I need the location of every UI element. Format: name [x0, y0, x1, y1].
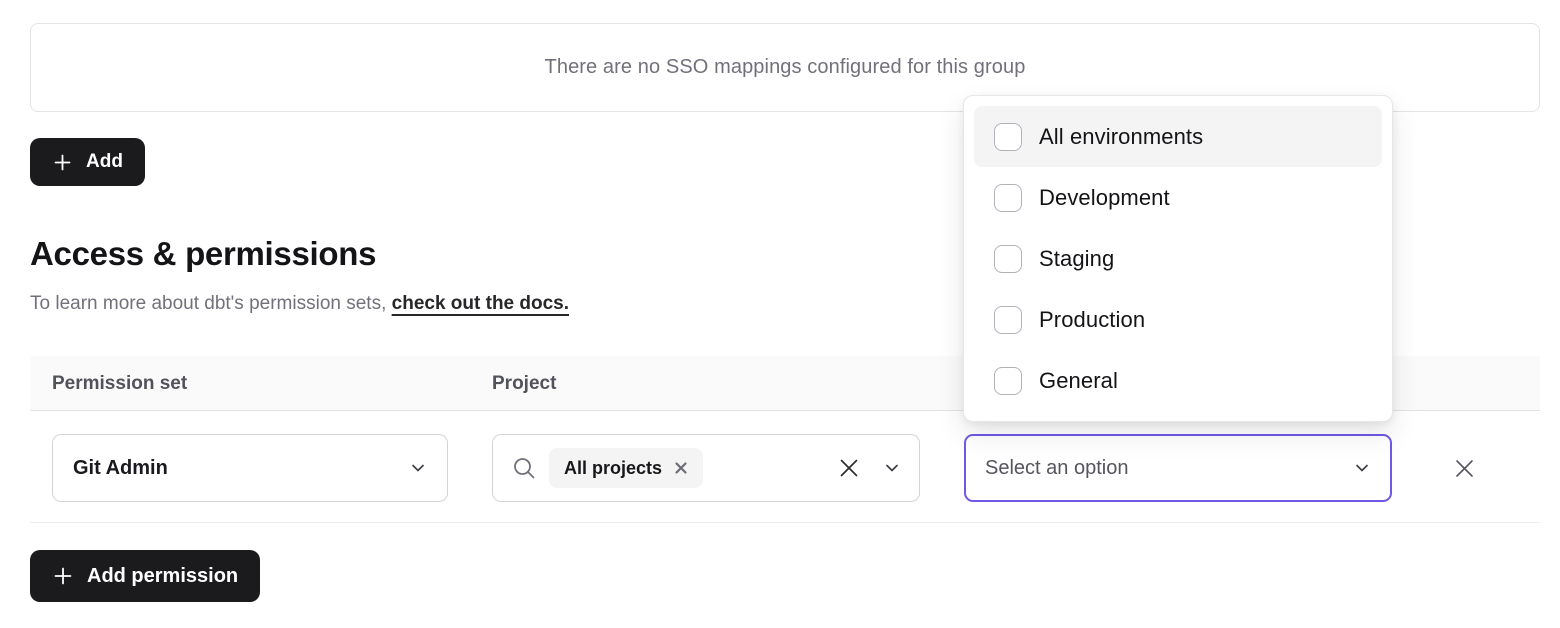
project-multiselect[interactable]: All projects: [492, 434, 920, 502]
chevron-down-icon: [1353, 459, 1371, 477]
environment-option-all-environments[interactable]: All environments: [974, 106, 1382, 167]
add-sso-mapping-label: Add: [86, 151, 123, 173]
add-sso-mapping-button[interactable]: Add: [30, 138, 145, 186]
environment-option-development[interactable]: Development: [974, 167, 1382, 228]
chevron-down-icon: [409, 459, 427, 477]
environment-placeholder: Select an option: [985, 457, 1128, 480]
checkbox-unchecked[interactable]: [994, 306, 1022, 334]
environment-option-label: Production: [1039, 307, 1145, 333]
page-title: Access & permissions: [30, 235, 376, 273]
description-text: To learn more about dbt's permission set…: [30, 293, 386, 314]
docs-link[interactable]: check out the docs.: [392, 293, 569, 314]
clear-selection-icon[interactable]: [837, 456, 861, 480]
permission-row: Git Admin All projects: [30, 411, 1540, 523]
environment-option-general[interactable]: General: [974, 350, 1382, 411]
permissions-description: To learn more about dbt's permission set…: [30, 293, 569, 315]
chevron-down-icon: [883, 459, 901, 477]
column-header-project: Project: [492, 356, 556, 411]
environment-dropdown-panel: All environments Development Staging Pro…: [963, 95, 1393, 422]
permission-set-value: Git Admin: [73, 457, 168, 480]
tag-remove-icon[interactable]: [674, 461, 688, 475]
sso-empty-message: There are no SSO mappings configured for…: [545, 56, 1026, 79]
environment-select[interactable]: Select an option: [964, 434, 1392, 502]
checkbox-unchecked[interactable]: [994, 123, 1022, 151]
checkbox-unchecked[interactable]: [994, 184, 1022, 212]
remove-permission-row-button[interactable]: [1443, 447, 1485, 489]
environment-option-production[interactable]: Production: [974, 289, 1382, 350]
plus-icon: [52, 152, 73, 173]
environment-option-label: Development: [1039, 185, 1170, 211]
add-permission-label: Add permission: [87, 565, 238, 588]
environment-option-label: All environments: [1039, 124, 1203, 150]
add-permission-button[interactable]: Add permission: [30, 550, 260, 602]
search-icon: [511, 455, 537, 481]
group-settings-page: There are no SSO mappings configured for…: [0, 0, 1560, 628]
column-header-permission-set: Permission set: [52, 356, 187, 411]
selected-project-label: All projects: [564, 458, 662, 479]
environment-option-label: Staging: [1039, 246, 1114, 272]
plus-icon: [52, 565, 74, 587]
environment-option-staging[interactable]: Staging: [974, 228, 1382, 289]
checkbox-unchecked[interactable]: [994, 245, 1022, 273]
checkbox-unchecked[interactable]: [994, 367, 1022, 395]
permission-set-select[interactable]: Git Admin: [52, 434, 448, 502]
environment-option-label: General: [1039, 368, 1118, 394]
selected-project-tag: All projects: [549, 448, 703, 488]
